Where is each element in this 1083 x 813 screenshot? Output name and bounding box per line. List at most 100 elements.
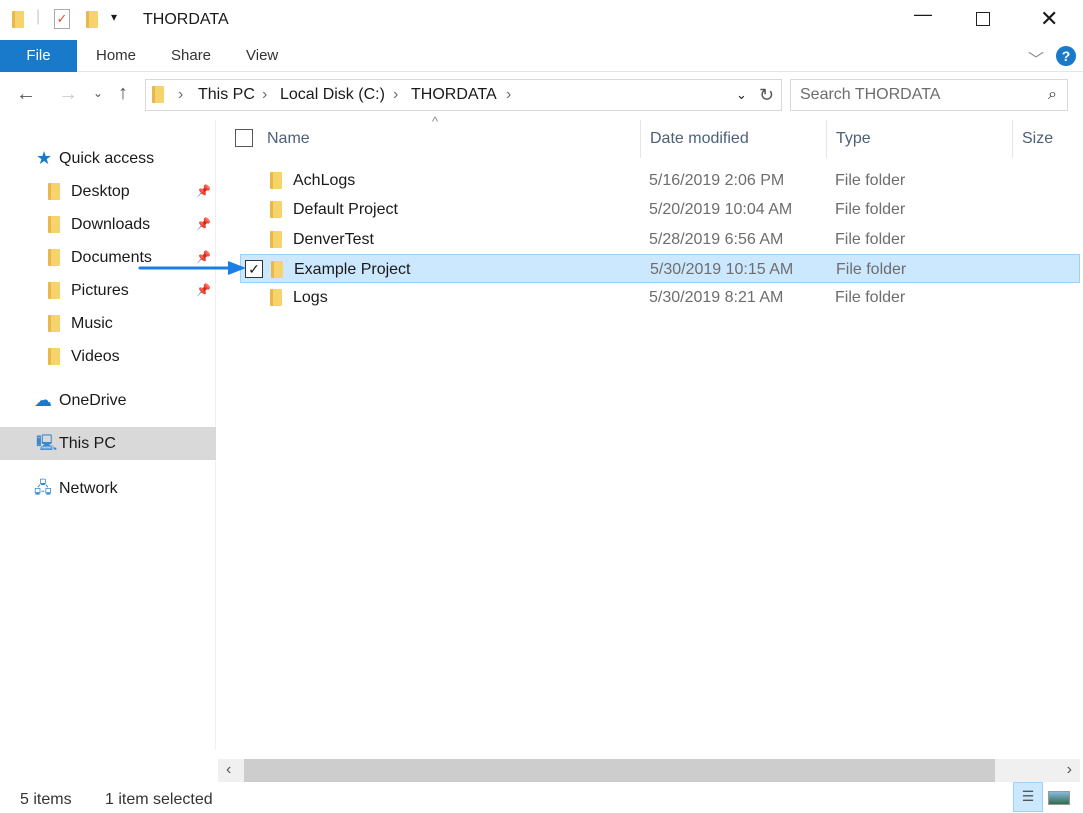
tab-view[interactable]: View: [246, 40, 278, 72]
file-row[interactable]: Logs 5/30/2019 8:21 AM File folder: [240, 283, 1080, 312]
sidebar-item-quick-access[interactable]: ★ Quick access: [0, 142, 216, 175]
search-icon: ⌕: [1048, 86, 1057, 103]
file-name: AchLogs: [293, 172, 356, 189]
horizontal-scrollbar[interactable]: ‹ ›: [218, 759, 1080, 782]
sidebar-label: Music: [71, 315, 113, 332]
folder-icon: [152, 86, 164, 103]
search-input[interactable]: Search THORDATA ⌕: [790, 79, 1068, 111]
file-date: 5/16/2019 2:06 PM: [649, 172, 785, 189]
selected-count: 1 item selected: [105, 791, 213, 808]
sidebar-label: Quick access: [59, 150, 155, 167]
breadcrumb-thordata[interactable]: THORDATA: [411, 80, 497, 110]
file-date: 5/20/2019 10:04 AM: [649, 201, 793, 219]
downloads-folder-icon: [48, 216, 60, 233]
file-name: Default Project: [293, 201, 398, 219]
folder-icon: [270, 172, 282, 189]
address-bar[interactable]: › This PC › Local Disk (C:) › THORDATA ›…: [145, 79, 782, 111]
file-type: File folder: [835, 230, 906, 248]
sidebar-label: Network: [59, 480, 118, 497]
file-row[interactable]: Default Project 5/20/2019 10:04 AM File fo…: [240, 195, 1080, 224]
chevron-right-icon: ›: [506, 86, 512, 103]
folder-icon: [271, 260, 283, 278]
large-icons-view-button[interactable]: [1048, 791, 1070, 805]
file-type: File folder: [835, 201, 906, 219]
ribbon: File Home Share View ﹀ ?: [0, 40, 1083, 72]
tab-home[interactable]: Home: [96, 40, 136, 72]
pin-icon: 📌: [196, 283, 211, 297]
properties-icon[interactable]: ✓: [54, 9, 70, 29]
chevron-right-icon: ›: [262, 86, 268, 103]
breadcrumb-local-disk[interactable]: Local Disk (C:): [280, 80, 385, 110]
refresh-icon[interactable]: ↻: [759, 80, 774, 110]
new-folder-icon[interactable]: [86, 11, 98, 28]
minimize-button[interactable]: —: [914, 4, 932, 25]
select-all-checkbox[interactable]: [235, 129, 253, 147]
file-row[interactable]: DenverTest 5/28/2019 6:56 AM File folder: [240, 225, 1080, 254]
scroll-right-icon[interactable]: ›: [1067, 761, 1072, 779]
column-size[interactable]: Size: [1013, 120, 1083, 158]
documents-folder-icon: [48, 249, 60, 266]
sidebar-item-network[interactable]: 🖧 Network: [0, 472, 216, 505]
file-row[interactable]: AchLogs 5/16/2019 2:06 PM File folder: [240, 166, 1080, 195]
scroll-left-icon[interactable]: ‹: [226, 761, 231, 779]
pin-icon: 📌: [196, 184, 211, 198]
desktop-folder-icon: [48, 183, 60, 200]
file-row[interactable]: ✓ Example Project 5/30/2019 10:15 AM File f…: [240, 253, 1080, 283]
column-date-modified[interactable]: Date modified: [641, 120, 827, 158]
folder-icon: [270, 230, 282, 248]
sidebar-item-videos[interactable]: Videos: [0, 340, 216, 373]
videos-folder-icon: [48, 348, 60, 365]
sidebar-item-desktop[interactable]: Desktop 📌: [0, 175, 216, 208]
navigation-bar: ← → ⌄ ↑ › This PC › Local Disk (C:) › TH…: [0, 72, 1083, 120]
sidebar-item-onedrive[interactable]: ☁ OneDrive: [0, 384, 216, 417]
breadcrumb-this-pc[interactable]: This PC: [198, 80, 255, 110]
navigation-pane: ★ Quick access Desktop 📌 Downloads 📌 Docume…: [0, 120, 216, 750]
sidebar-label: Videos: [71, 348, 120, 365]
file-name: DenverTest: [293, 230, 374, 248]
star-icon: ★: [36, 148, 53, 168]
up-button[interactable]: ↑: [118, 82, 128, 105]
sidebar-item-downloads[interactable]: Downloads 📌: [0, 208, 216, 241]
pin-icon: 📌: [196, 217, 211, 231]
title-bar: | ✓ ▾ THORDATA — ✕: [0, 0, 1083, 40]
sidebar-item-pictures[interactable]: Pictures 📌: [0, 274, 216, 307]
file-type: File folder: [836, 260, 907, 278]
column-headers: ^ Name Date modified Type Size: [218, 114, 1083, 158]
maximize-button[interactable]: [976, 12, 990, 26]
column-type[interactable]: Type: [827, 120, 1013, 158]
sidebar-label: Pictures: [71, 282, 129, 299]
tab-file[interactable]: File: [0, 40, 77, 72]
window-title: THORDATA: [143, 11, 229, 28]
cloud-icon: ☁: [34, 390, 52, 410]
folder-icon: [12, 11, 24, 28]
divider: |: [36, 8, 41, 25]
column-name[interactable]: Name: [258, 120, 641, 158]
expand-ribbon-icon[interactable]: ﹀: [1028, 46, 1044, 70]
sidebar-label: Downloads: [71, 216, 151, 233]
music-folder-icon: [48, 315, 60, 332]
search-placeholder: Search THORDATA: [800, 86, 941, 103]
sidebar-label: This PC: [59, 435, 116, 452]
chevron-right-icon: ›: [393, 86, 399, 103]
folder-icon: [270, 289, 282, 307]
customize-toolbar-icon[interactable]: ▾: [111, 10, 117, 24]
sidebar-item-this-pc[interactable]: 🖳 This PC: [0, 427, 216, 460]
address-dropdown-icon[interactable]: ⌄: [736, 80, 747, 110]
details-view-button[interactable]: ☰: [1013, 782, 1043, 812]
folder-icon: [270, 201, 282, 219]
file-date: 5/28/2019 6:56 AM: [649, 230, 784, 248]
file-name: Logs: [293, 289, 328, 307]
forward-button[interactable]: →: [58, 83, 78, 106]
file-date: 5/30/2019 10:15 AM: [650, 260, 794, 278]
network-icon: 🖧: [34, 480, 52, 497]
tab-share[interactable]: Share: [171, 40, 211, 72]
sidebar-item-music[interactable]: Music: [0, 307, 216, 340]
sidebar-label: OneDrive: [59, 392, 127, 409]
close-button[interactable]: ✕: [1040, 6, 1058, 32]
file-type: File folder: [835, 172, 906, 189]
sidebar-label: Desktop: [71, 183, 130, 200]
back-button[interactable]: ←: [16, 83, 36, 106]
help-icon[interactable]: ?: [1056, 46, 1076, 66]
scrollbar-thumb[interactable]: [244, 759, 995, 782]
recent-locations-button[interactable]: ⌄: [93, 86, 103, 100]
